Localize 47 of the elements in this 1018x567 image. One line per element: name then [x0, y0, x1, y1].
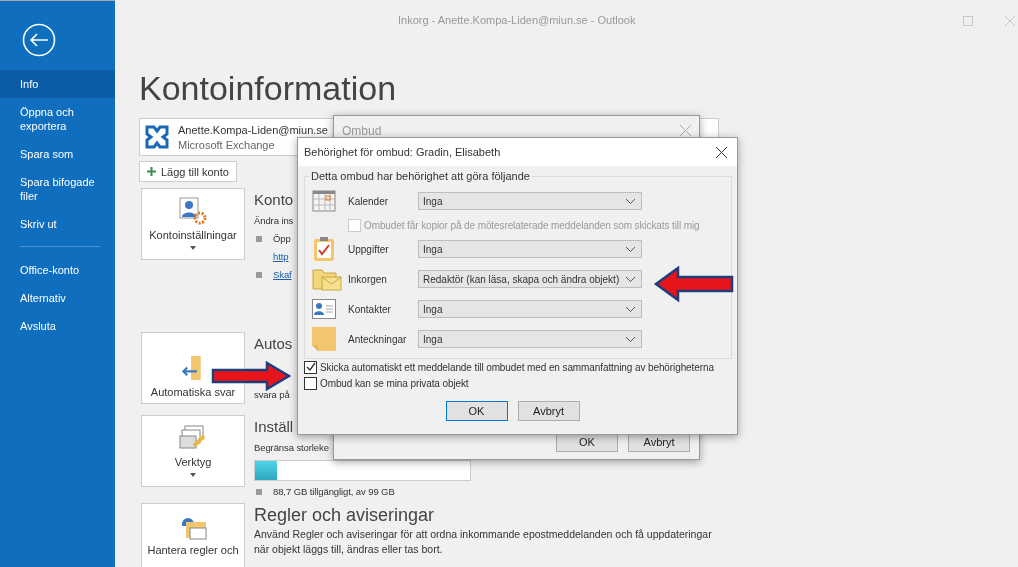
section-description: Ändra ins: [254, 214, 294, 228]
dialog-button[interactable]: OK: [445, 401, 508, 421]
bullet-text: Öpp: [273, 232, 291, 246]
permission-label: Kalender: [348, 195, 390, 207]
sidebar-item[interactable]: Öppna och exportera: [0, 98, 115, 140]
section-description: svara på: [254, 388, 291, 402]
permission-dropdown[interactable]: Inga: [418, 192, 642, 210]
group-label: Detta ombud har behörighet att göra följande: [309, 170, 532, 182]
permission-dropdown[interactable]: Redaktör (kan läsa, skapa och ändra objekt): [418, 270, 642, 288]
tile-button[interactable]: Hantera regler och: [141, 503, 245, 567]
dialog-title: Behörighet för ombud: Gradin, Elisabeth: [304, 146, 501, 158]
permission-dropdown[interactable]: Inga: [418, 300, 642, 318]
account-type: Microsoft Exchange: [178, 138, 276, 151]
dialog-button[interactable]: Avbryt: [517, 401, 580, 421]
link[interactable]: Skaf: [273, 266, 292, 284]
permission-dropdown[interactable]: Inga: [418, 240, 642, 258]
tile-button[interactable]: Kontoinställningar: [141, 188, 245, 260]
dialog-title: Ombud: [342, 124, 382, 138]
section-description: Begränsa storleke: [254, 441, 330, 455]
section-heading: Konto: [254, 190, 294, 210]
checkbox-label: Skicka automatiskt ett meddelande till ombudet med en sammanfattning av behörigheterna: [320, 361, 714, 373]
account-email: Anette.Kompa-Liden@miun.se: [178, 123, 328, 136]
sidebar-item[interactable]: Alternativ: [0, 284, 115, 312]
section-heading: Autos: [254, 334, 293, 354]
permission-label: Uppgifter: [348, 243, 390, 255]
sidebar-item[interactable]: Spara som: [0, 140, 115, 168]
sidebar-item[interactable]: Info: [0, 70, 115, 98]
tile-button[interactable]: Verktyg: [141, 415, 245, 487]
tile-button[interactable]: Automatiska svar: [141, 332, 245, 404]
add-account-button[interactable]: Lägg till konto: [139, 161, 237, 182]
sidebar-item[interactable]: Spara bifogade filer: [0, 168, 115, 210]
section-description: Använd Regler och aviseringar för att ordna inkommande epostmeddelanden och få uppdateringar när objekt läggs till, ändras eller tas bort.: [254, 527, 713, 557]
permission-label: Inkorgen: [348, 273, 388, 285]
permission-label: Anteckningar: [348, 333, 408, 345]
permission-label: Kontakter: [348, 303, 392, 315]
link[interactable]: http: [273, 248, 289, 266]
window-title: Inkorg - Anette.Kompa-Liden@miun.se - Outlook: [398, 14, 636, 26]
section-heading: Inställ: [254, 417, 295, 437]
sidebar-item[interactable]: Office-konto: [0, 256, 115, 284]
checkbox-label: Ombud kan se mina privata objekt: [320, 377, 469, 389]
permission-dropdown[interactable]: Inga: [418, 330, 642, 348]
bullet-text: 88,7 GB tillgängligt, av 99 GB: [273, 485, 395, 499]
checkbox-label: Ombudet får kopior på de mötesrelaterade meddelanden som skickats till mig: [364, 219, 700, 231]
page-heading: Kontoinformation: [139, 69, 397, 107]
sidebar-item[interactable]: Avsluta: [0, 312, 115, 340]
sidebar-item[interactable]: Skriv ut: [0, 210, 115, 238]
section-heading: Regler och aviseringar: [254, 505, 436, 525]
